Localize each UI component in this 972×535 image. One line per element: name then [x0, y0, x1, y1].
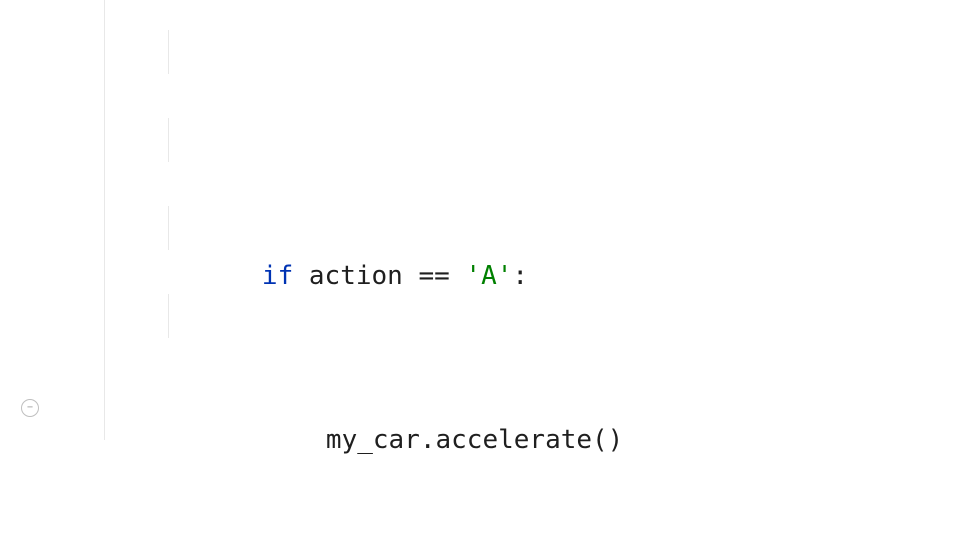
gutter: −: [0, 0, 46, 535]
string-literal: 'A': [465, 261, 512, 291]
keyword: if: [262, 261, 293, 291]
code-editor[interactable]: − if action == 'A': my_car.accelerate() …: [0, 0, 972, 535]
code-text: action ==: [293, 261, 465, 291]
code-line[interactable]: if action == 'A':: [46, 210, 972, 254]
minus-icon: −: [27, 403, 33, 413]
code-area[interactable]: if action == 'A': my_car.accelerate() el…: [46, 0, 972, 535]
fold-handle-icon[interactable]: −: [21, 399, 39, 417]
colon: :: [512, 261, 528, 291]
code-text: my_car.accelerate(): [326, 425, 623, 455]
code-line[interactable]: my_car.accelerate(): [46, 374, 972, 418]
